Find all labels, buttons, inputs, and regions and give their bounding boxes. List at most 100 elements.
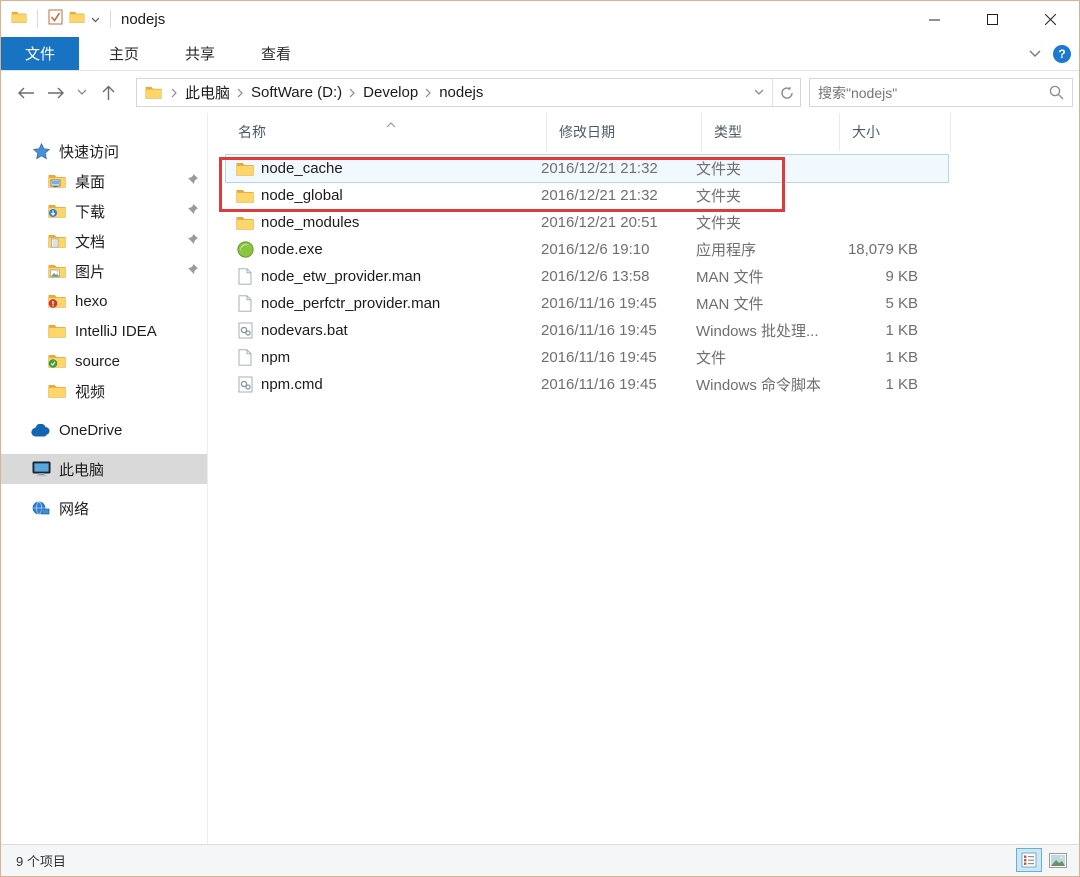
chevron-down-icon[interactable] (91, 10, 100, 28)
column-header-size[interactable]: 大小 (839, 113, 951, 151)
column-header-type[interactable]: 类型 (701, 113, 839, 151)
search-box[interactable] (809, 78, 1073, 107)
file-date-modified: 2016/12/21 20:51 (541, 214, 658, 231)
breadcrumb-separator-icon[interactable] (346, 88, 359, 98)
pin-icon (186, 263, 199, 280)
folder-pictures-icon (47, 264, 67, 278)
thumbnail-view-button[interactable] (1045, 848, 1071, 872)
ribbon-tab-共享[interactable]: 共享 (165, 37, 235, 70)
sidebar-item-label: source (75, 352, 121, 370)
breadcrumb-item[interactable]: SoftWare (D:) (247, 84, 346, 101)
file-row-node.exe[interactable]: node.exe 2016/12/6 19:10 应用程序 18,079 KB (226, 236, 948, 263)
file-type: MAN 文件 (696, 296, 764, 313)
breadcrumb-separator-icon[interactable] (422, 88, 435, 98)
sidebar-item-此电脑[interactable]: 此电脑 (1, 454, 207, 484)
sidebar-item-IntelliJ IDEA[interactable]: IntelliJ IDEA (1, 316, 207, 346)
content-area: 快速访问 桌面 下载 文档 图片 hexo IntelliJ IDEA sour… (1, 113, 1079, 844)
titlebar: nodejs (1, 1, 1079, 37)
sidebar-item-source[interactable]: source (1, 346, 207, 376)
folder-icon (234, 216, 256, 230)
sidebar-item-快速访问[interactable]: 快速访问 (1, 136, 207, 166)
breadcrumb-item[interactable]: Develop (359, 84, 422, 101)
this-pc-icon (31, 461, 51, 477)
navigation-bar: 此电脑 SoftWare (D:) Develop nodejs (1, 72, 1079, 113)
close-button[interactable] (1021, 1, 1079, 37)
ribbon-tab-查看[interactable]: 查看 (241, 37, 311, 70)
file-row-node_perfctr_provider.man[interactable]: node_perfctr_provider.man 2016/11/16 19:4… (226, 290, 948, 317)
file-date-modified: 2016/12/21 21:32 (541, 160, 658, 177)
file-row-node_cache[interactable]: node_cache 2016/12/21 21:32 文件夹 (225, 154, 949, 183)
sidebar-item-label: IntelliJ IDEA (75, 322, 157, 340)
address-bar[interactable]: 此电脑 SoftWare (D:) Develop nodejs (136, 78, 801, 107)
forward-button[interactable] (41, 78, 71, 108)
file-size: 9 KB (885, 268, 918, 285)
column-header-name[interactable]: 名称 (226, 113, 546, 151)
pin-icon (186, 233, 199, 250)
sidebar-item-OneDrive[interactable]: OneDrive (1, 415, 207, 445)
sidebar-item-文档[interactable]: 文档 (1, 226, 207, 256)
breadcrumb-item[interactable]: 此电脑 (181, 82, 234, 103)
folder-desktop-icon (47, 174, 67, 188)
sidebar-item-label: 此电脑 (59, 461, 105, 479)
search-input[interactable] (810, 84, 1041, 101)
navigation-pane: 快速访问 桌面 下载 文档 图片 hexo IntelliJ IDEA sour… (1, 113, 208, 844)
recent-locations-chevron-icon[interactable] (71, 78, 93, 108)
sidebar-item-视频[interactable]: 视频 (1, 376, 207, 406)
file-date-modified: 2016/11/16 19:45 (541, 295, 657, 312)
up-button[interactable] (93, 78, 123, 108)
file-row-node_etw_provider.man[interactable]: node_etw_provider.man 2016/12/6 13:58 MAN … (226, 263, 948, 290)
file-name: node_global (261, 187, 343, 204)
sidebar-item-label: 快速访问 (59, 143, 120, 161)
maximize-button[interactable] (963, 1, 1021, 37)
file-type: MAN 文件 (696, 269, 764, 286)
file-row-node_global[interactable]: node_global 2016/12/21 21:32 文件夹 (226, 182, 948, 209)
folder-documents-icon (47, 234, 67, 248)
minimize-button[interactable] (905, 1, 963, 37)
back-button[interactable] (11, 78, 41, 108)
breadcrumb-separator-icon[interactable] (234, 88, 247, 98)
sidebar-item-网络[interactable]: 网络 (1, 493, 207, 523)
folder-icon[interactable] (69, 10, 85, 28)
address-dropdown-chevron-icon[interactable] (746, 79, 772, 106)
checkbox-icon[interactable] (48, 9, 63, 30)
folder-icon (234, 189, 256, 203)
file-name: nodevars.bat (261, 322, 348, 339)
breadcrumb-item[interactable]: nodejs (435, 84, 487, 101)
details-view-button[interactable] (1016, 848, 1042, 872)
sidebar-item-下载[interactable]: 下载 (1, 196, 207, 226)
file-row-nodevars.bat[interactable]: nodevars.bat 2016/11/16 19:45 Windows 批处理.… (226, 317, 948, 344)
file-list-pane: 名称 修改日期 类型 大小 node_cache 2016/12/21 21:32… (208, 113, 1079, 844)
file-row-npm.cmd[interactable]: npm.cmd 2016/11/16 19:45 Windows 命令脚本 1 KB (226, 371, 948, 398)
file-rows: node_cache 2016/12/21 21:32 文件夹 node_globa… (225, 154, 949, 398)
column-header-date[interactable]: 修改日期 (546, 113, 701, 151)
ribbon-tab-主页[interactable]: 主页 (89, 37, 159, 70)
address-folder-icon (137, 86, 168, 99)
help-icon[interactable]: ? (1053, 45, 1071, 63)
sidebar-item-label: 视频 (75, 383, 106, 401)
sidebar-item-桌面[interactable]: 桌面 (1, 166, 207, 196)
sidebar-item-hexo[interactable]: hexo (1, 286, 207, 316)
refresh-icon[interactable] (772, 79, 800, 106)
pin-icon (186, 173, 199, 190)
folder-icon (47, 324, 67, 338)
sidebar-item-label: 文档 (75, 233, 106, 251)
sidebar-item-图片[interactable]: 图片 (1, 256, 207, 286)
collapse-ribbon-chevron-icon[interactable] (1029, 45, 1041, 63)
file-date-modified: 2016/12/6 13:58 (541, 268, 650, 285)
sidebar-item-label: hexo (75, 292, 108, 310)
network-icon (31, 501, 51, 516)
sidebar-item-label: 桌面 (75, 173, 106, 191)
file-name: npm.cmd (261, 376, 323, 393)
search-icon[interactable] (1041, 85, 1072, 100)
node-app-icon (234, 241, 256, 258)
breadcrumb-separator-icon[interactable] (168, 88, 181, 98)
file-row-npm[interactable]: npm 2016/11/16 19:45 文件 1 KB (226, 344, 948, 371)
sidebar-item-label: 下载 (75, 203, 106, 221)
file-name: node_perfctr_provider.man (261, 295, 441, 312)
folder-icon (47, 384, 67, 398)
quick-access-toolbar (1, 9, 115, 30)
ribbon-tab-文件[interactable]: 文件 (1, 37, 80, 70)
sidebar-item-label: 网络 (59, 500, 90, 518)
file-row-node_modules[interactable]: node_modules 2016/12/21 20:51 文件夹 (226, 209, 948, 236)
file-size: 1 KB (885, 322, 918, 339)
